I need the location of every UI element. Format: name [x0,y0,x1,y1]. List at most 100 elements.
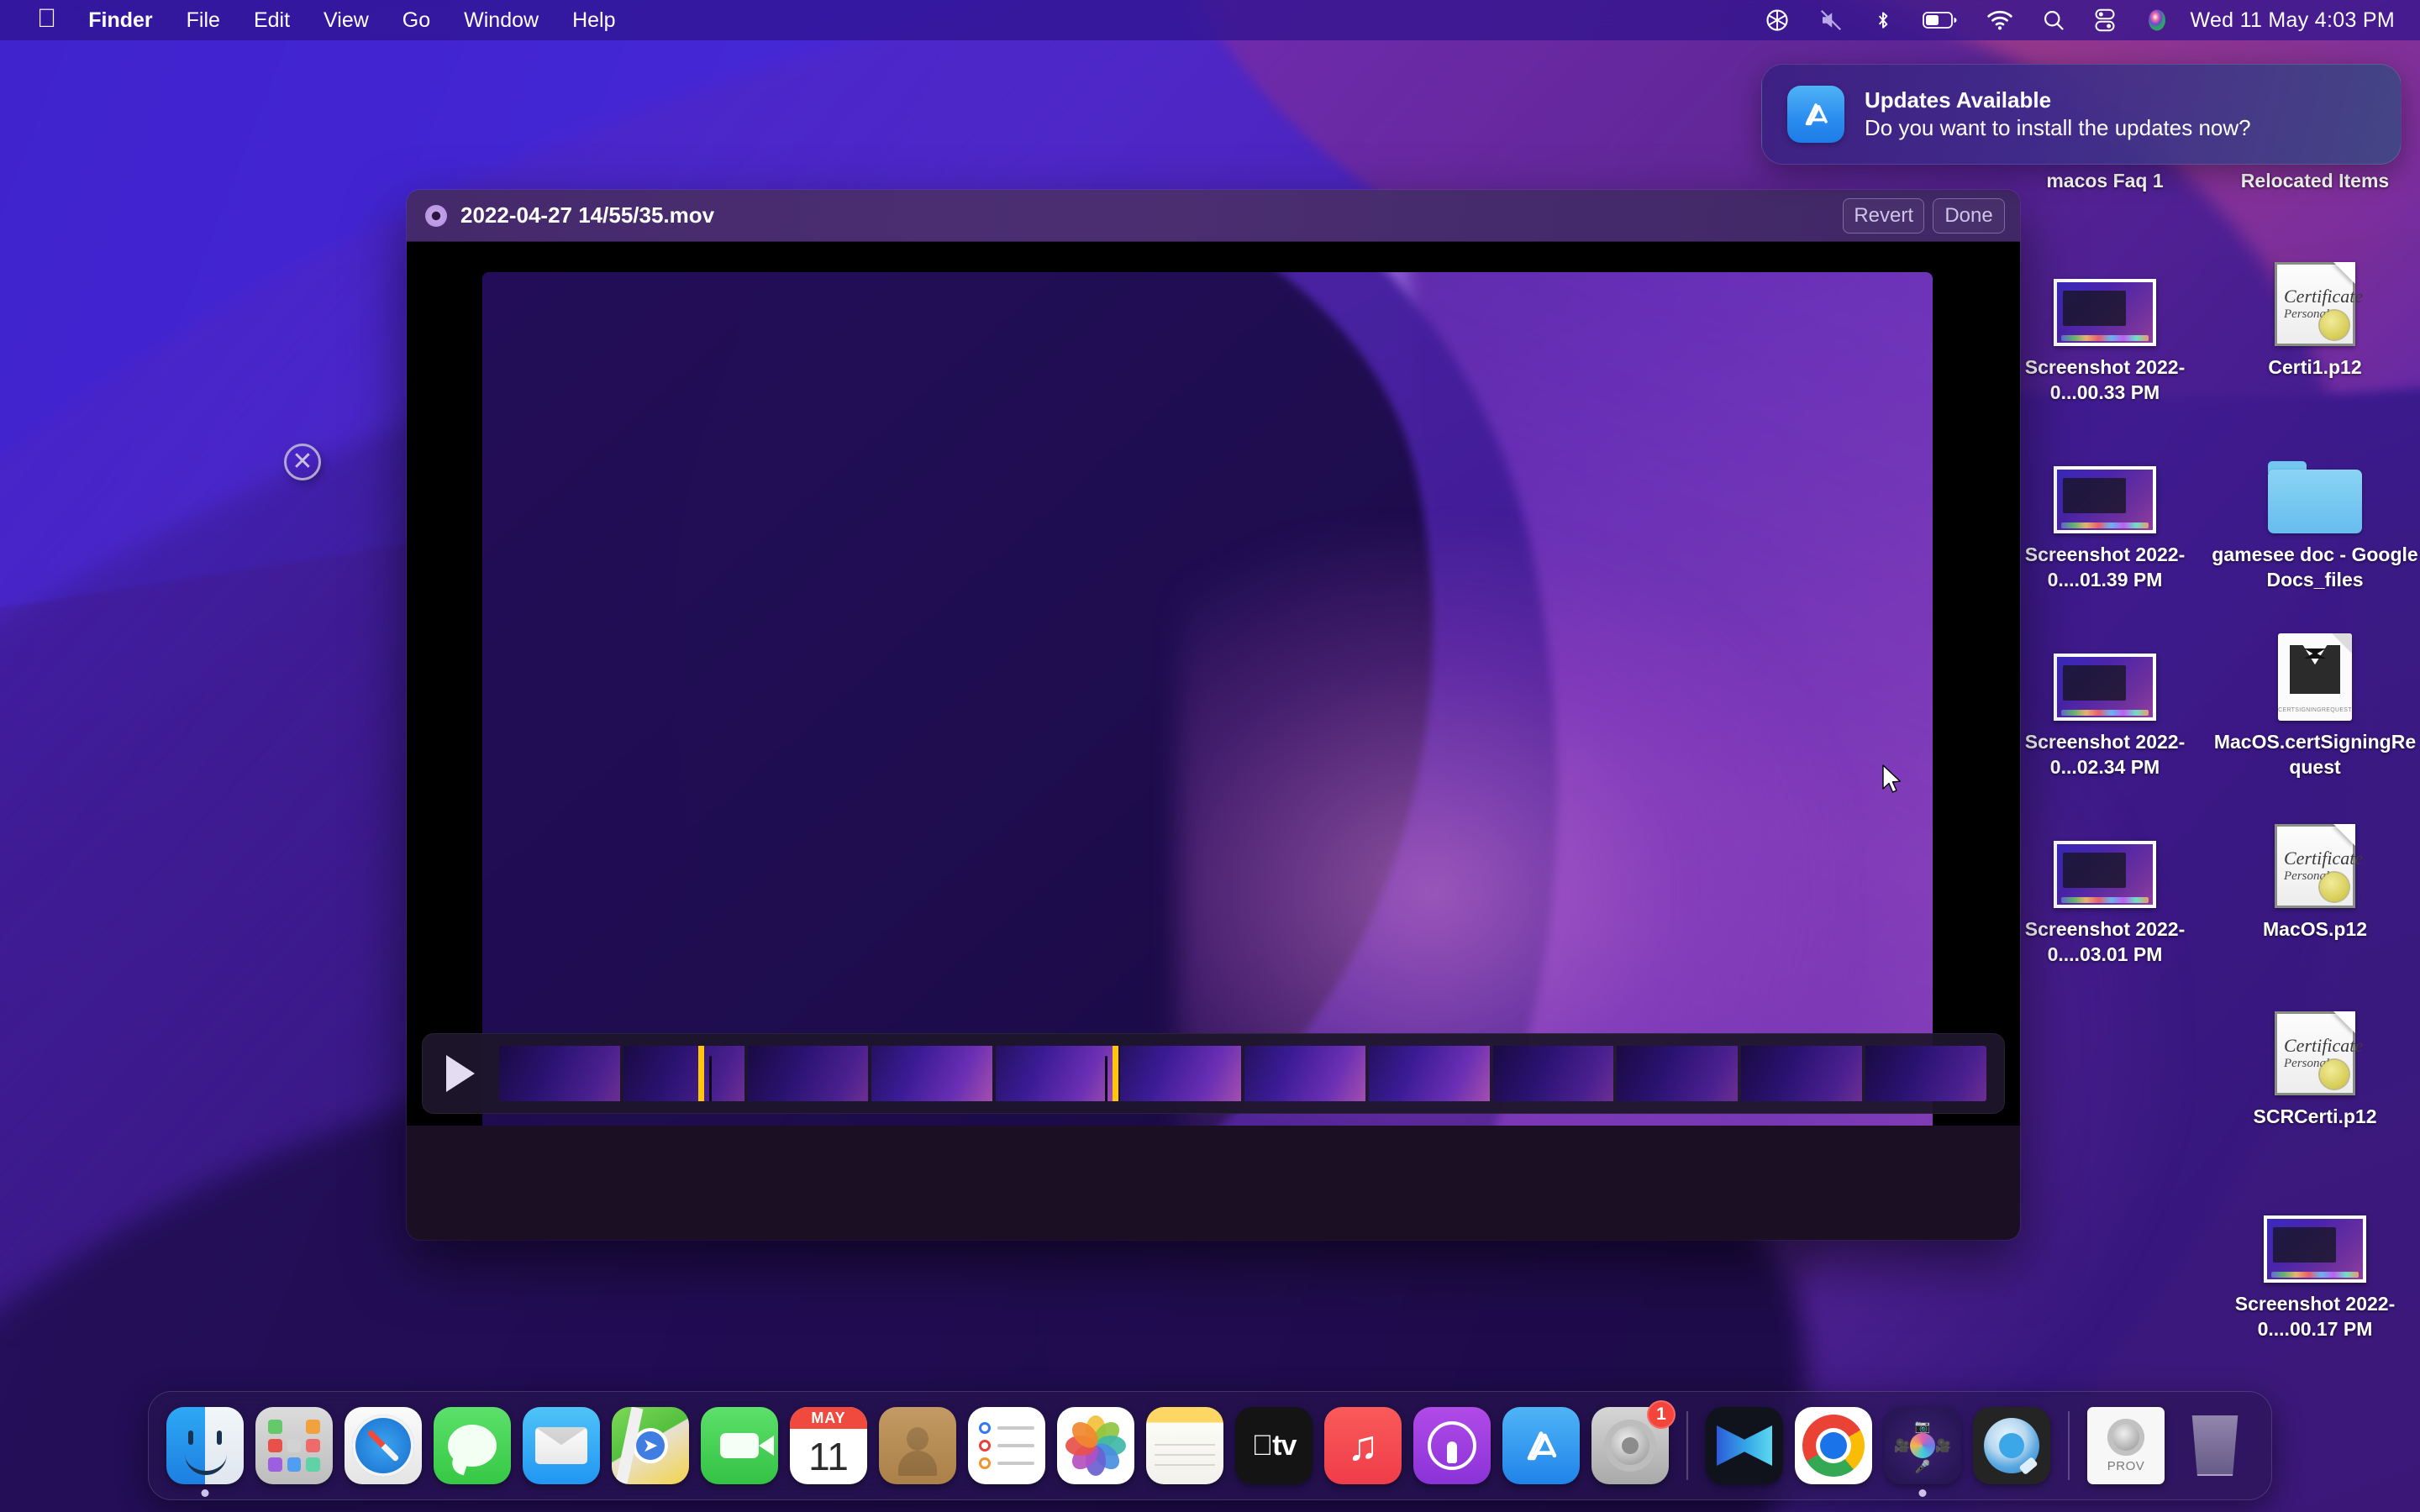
dock-item-chrome[interactable] [1791,1404,1876,1488]
control-center-icon[interactable] [2080,0,2130,40]
dock-item-screen-recorder[interactable]: 📷 🎥 🎥 🎤 [1881,1404,1965,1497]
screenshot-thumbnail-icon [2000,439,2210,533]
desktop-icon-label: SCRCerti.p12 [2253,1105,2377,1127]
trash-icon [2176,1407,2254,1484]
desktop-icon-label: Certi1.p12 [2268,356,2362,378]
desktop-icon-screenshot-0139pm[interactable]: Screenshot 2022-0....01.39 PM [2000,439,2210,593]
menu-item-file[interactable]: File [170,0,237,40]
dock-item-finder[interactable] [163,1404,247,1497]
dock-item-tv[interactable]: tv [1232,1404,1316,1488]
bluetooth-icon[interactable] [1858,0,1908,40]
certificate-icon: Certificate Personal [2210,1001,2420,1095]
close-icon[interactable]: ✕ [284,444,321,480]
desktop-icon-screenshot-0033pm[interactable]: Screenshot 2022-0...00.33 PM [2000,252,2210,406]
dock-item-facetime[interactable] [697,1404,781,1488]
desktop-icon-macos-p12[interactable]: Certificate Personal MacOS.p12 [2210,814,2420,942]
reminders-icon [968,1407,1045,1484]
play-button[interactable] [422,1055,499,1092]
dock-item-prov-file[interactable]: PROV [2084,1404,2168,1488]
quicktime-window: 2022-04-27 14/55/35.mov Revert Done [407,190,2020,1240]
dock-item-quicktime[interactable] [1970,1404,2054,1488]
dock-item-trash[interactable] [2173,1404,2257,1488]
dock-item-system-preferences[interactable]: 1 [1588,1400,1676,1488]
dock-item-photos[interactable] [1054,1404,1138,1488]
filmstrip[interactable] [499,1046,1986,1101]
desktop-icon-gamesee-doc-folder[interactable]: gamesee doc - Google Docs_files [2210,439,2420,593]
certificate-icon: Certificate Personal [2210,252,2420,346]
desktop-icon-label: macos Faq 1 [2046,170,2164,192]
desktop-icon-screenshot-0017pm[interactable]: Screenshot 2022-0....00.17 PM [2210,1189,2420,1342]
desktop-icon-screenshot-0234pm[interactable]: Screenshot 2022-0...02.34 PM [2000,627,2210,780]
quicktime-title-bar[interactable]: 2022-04-27 14/55/35.mov Revert Done [407,190,2020,242]
desktop-icon-macos-faq-1[interactable]: macos Faq 1 [2000,168,2210,193]
desktop-icon-scrcerti-p12[interactable]: Certificate Personal SCRCerti.p12 [2210,1001,2420,1129]
provisioning-profile-icon: PROV [2087,1407,2165,1484]
dock-item-music[interactable]: ♫ [1321,1404,1405,1488]
music-icon: ♫ [1324,1407,1402,1484]
finder-icon [166,1407,244,1484]
dock: ➤ MAY 11 tv ♫ 1 📷 🎥 🎥 🎤 PROV [148,1391,2272,1500]
battery-icon[interactable] [1908,0,1972,40]
dock-item-reminders[interactable] [965,1404,1049,1488]
siri-icon[interactable] [2130,0,2184,40]
close-glyph: ✕ [292,448,313,475]
app-store-icon [1787,86,1844,143]
appletv-label: tv [1261,1429,1297,1462]
dock-item-safari[interactable] [341,1404,425,1488]
calendar-day: 11 [808,1435,849,1478]
notification-banner[interactable]: Updates Available Do you want to install… [1761,64,2402,165]
desktop-icon-label: Relocated Items [2240,170,2390,192]
revert-button[interactable]: Revert [1843,197,1924,234]
desktop-icon-macos-certsigningrequest[interactable]: CERTSIGNINGREQUEST MacOS.certSigningRequ… [2210,627,2420,780]
desktop-icon-certi1-p12[interactable]: Certificate Personal Certi1.p12 [2210,252,2420,380]
dock-separator-2 [2068,1411,2070,1480]
quicktime-window-title: 2022-04-27 14/55/35.mov [460,202,715,228]
notes-icon [1146,1407,1223,1484]
dock-item-notes[interactable] [1143,1404,1227,1488]
status-badge: 1 [1647,1400,1676,1429]
apple-logo-icon[interactable]:  [22,0,71,39]
menu-bar-clock[interactable]: Wed 11 May 4:03 PM [2184,8,2398,33]
dock-item-app-store[interactable] [1499,1404,1583,1488]
desktop-icon-label: MacOS.certSigningRequest [2213,731,2417,779]
desktop-icon-relocated-items[interactable]: Relocated Items [2210,168,2420,193]
menu-item-go[interactable]: Go [386,0,447,40]
screenshot-aperture-icon[interactable] [1750,0,1804,40]
notification-title: Updates Available [1865,87,2052,113]
dock-item-contacts[interactable] [876,1404,960,1488]
dock-item-mail[interactable] [519,1404,603,1488]
menu-bar-status-area: Wed 11 May 4:03 PM [1750,0,2420,40]
done-button[interactable]: Done [1933,197,2005,234]
desktop-icon-screenshot-0301pm[interactable]: Screenshot 2022-0....03.01 PM [2000,814,2210,968]
dock-item-launchpad[interactable] [252,1404,336,1488]
volume-muted-icon[interactable] [1804,0,1858,40]
wifi-icon[interactable] [1972,0,2028,40]
dock-item-mitmproxy[interactable] [1702,1404,1786,1488]
menu-item-view[interactable]: View [307,0,386,40]
dock-item-maps[interactable]: ➤ [608,1404,692,1488]
screenshot-thumbnail-icon [2000,252,2210,346]
app-store-icon [1502,1407,1580,1484]
desktop-icon-label: gamesee doc - Google Docs_files [2212,543,2418,591]
dock-item-messages[interactable] [430,1404,514,1488]
appletv-icon: tv [1235,1407,1313,1484]
dock-item-calendar[interactable]: MAY 11 [786,1404,871,1488]
photos-icon [1057,1407,1134,1484]
facetime-icon [701,1407,778,1484]
menu-item-help[interactable]: Help [555,0,632,40]
quicktime-video-area[interactable] [407,242,2020,1126]
screenshot-thumbnail-icon [2210,1189,2420,1283]
menu-item-finder[interactable]: Finder [71,0,169,40]
safari-icon [345,1407,422,1484]
desktop-icon-label: Screenshot 2022-0....01.39 PM [2024,543,2186,591]
messages-icon [434,1407,511,1484]
spotlight-search-icon[interactable] [2028,0,2080,40]
video-trim-bar[interactable] [422,1033,2005,1114]
menu-item-window[interactable]: Window [447,0,555,40]
dock-item-podcasts[interactable] [1410,1404,1494,1488]
bowtie-icon [1706,1407,1783,1484]
recording-dot-icon [425,204,447,227]
quicktime-icon [1973,1407,2050,1484]
prov-label: PROV [2107,1458,2145,1473]
menu-item-edit[interactable]: Edit [237,0,307,40]
